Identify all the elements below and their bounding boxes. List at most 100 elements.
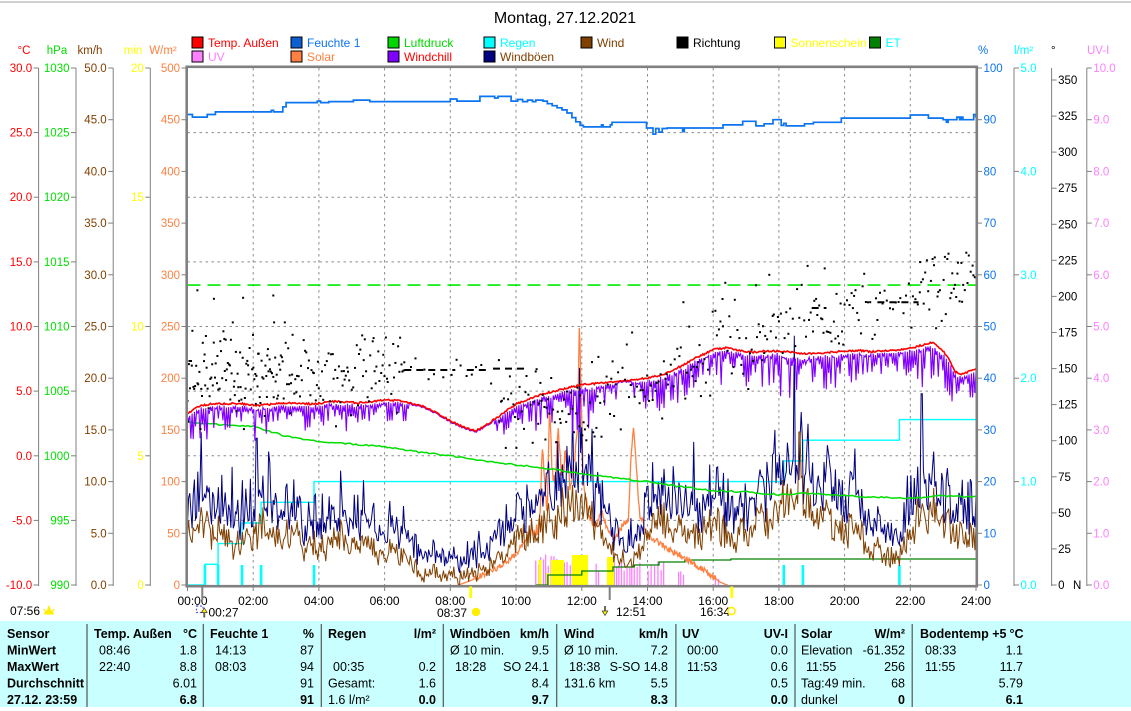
svg-text:km/h: km/h (639, 627, 668, 641)
svg-text:45.0: 45.0 (84, 115, 106, 127)
svg-text:16:34: 16:34 (700, 605, 730, 619)
svg-text:175: 175 (1058, 328, 1077, 340)
svg-text:Windböen: Windböen (450, 627, 510, 641)
svg-text:15.0: 15.0 (10, 257, 32, 269)
svg-text:Sensor: Sensor (7, 627, 50, 641)
svg-text:%: % (303, 627, 314, 641)
svg-text:350: 350 (161, 218, 180, 230)
svg-text:dunkel: dunkel (801, 693, 838, 707)
svg-text:S-SO 14.8: S-SO 14.8 (610, 660, 668, 674)
svg-text:50.0: 50.0 (84, 63, 106, 75)
svg-text:8.3: 8.3 (651, 693, 668, 707)
svg-text:Regen: Regen (500, 36, 535, 50)
svg-text:W/m²: W/m² (149, 45, 177, 57)
svg-text:9.7: 9.7 (532, 693, 549, 707)
svg-text:Ø 10 min.: Ø 10 min. (564, 644, 618, 658)
svg-text:6.8: 6.8 (180, 693, 197, 707)
svg-text:02:00: 02:00 (238, 594, 268, 608)
svg-text:18:28: 18:28 (455, 660, 486, 674)
svg-text:30.0: 30.0 (84, 270, 106, 282)
svg-text:1025: 1025 (44, 128, 70, 140)
svg-text:256: 256 (884, 660, 905, 674)
svg-text:1.0: 1.0 (1021, 477, 1037, 489)
svg-text:SO 24.1: SO 24.1 (503, 660, 549, 674)
svg-text:300: 300 (161, 270, 180, 282)
svg-text:50: 50 (167, 528, 180, 540)
svg-text:350: 350 (1058, 75, 1077, 87)
svg-text:10.0: 10.0 (1093, 63, 1115, 75)
svg-text:Regen: Regen (328, 627, 366, 641)
svg-text:91: 91 (300, 693, 314, 707)
svg-text:08:03: 08:03 (215, 660, 246, 674)
svg-text:10: 10 (131, 322, 144, 334)
svg-text:22:40: 22:40 (99, 660, 130, 674)
svg-text:20: 20 (131, 63, 144, 75)
svg-text:20:00: 20:00 (830, 594, 860, 608)
svg-text:5.0: 5.0 (91, 528, 107, 540)
svg-text:11.7: 11.7 (1000, 660, 1023, 674)
svg-text:90: 90 (984, 115, 997, 127)
svg-text:Richtung: Richtung (693, 36, 740, 50)
svg-text:100: 100 (161, 477, 180, 489)
svg-text:MaxWert: MaxWert (7, 660, 60, 674)
svg-text:990: 990 (50, 580, 69, 592)
svg-text:0.0: 0.0 (16, 451, 32, 463)
svg-text:1005: 1005 (44, 386, 70, 398)
svg-text:275: 275 (1058, 183, 1077, 195)
svg-text:25: 25 (1058, 544, 1071, 556)
svg-text:-61.352: -61.352 (863, 644, 905, 658)
svg-text:Wind: Wind (564, 627, 594, 641)
svg-text:91: 91 (300, 677, 314, 691)
svg-text:3.0: 3.0 (1021, 270, 1037, 282)
svg-text:07:56: 07:56 (10, 604, 40, 618)
svg-text:50: 50 (984, 322, 997, 334)
svg-text:100: 100 (984, 63, 1003, 75)
svg-text:80: 80 (984, 166, 997, 178)
svg-text:08:37: 08:37 (437, 606, 467, 620)
svg-text:km/h: km/h (520, 627, 549, 641)
svg-text:0: 0 (898, 693, 905, 707)
svg-text:22:00: 22:00 (895, 594, 925, 608)
svg-text:94: 94 (300, 660, 314, 674)
svg-text:5.79: 5.79 (999, 677, 1023, 691)
svg-text:6.01: 6.01 (173, 677, 197, 691)
svg-text:00:35: 00:35 (333, 660, 364, 674)
svg-text:0.0: 0.0 (419, 693, 436, 707)
svg-text:00:00: 00:00 (687, 644, 718, 658)
svg-text:Gesamt:: Gesamt: (328, 677, 375, 691)
svg-text:Ø 10 min.: Ø 10 min. (450, 644, 504, 658)
svg-text:08:46: 08:46 (99, 644, 130, 658)
svg-text:15: 15 (131, 192, 144, 204)
svg-text:9.5: 9.5 (532, 644, 549, 658)
svg-text:10:00: 10:00 (501, 594, 531, 608)
svg-text:87: 87 (300, 644, 314, 658)
svg-text:UV: UV (208, 50, 225, 64)
svg-text:Temp. Außen: Temp. Außen (208, 36, 279, 50)
svg-text:10.0: 10.0 (10, 322, 32, 334)
svg-text:150: 150 (1058, 364, 1077, 376)
svg-text:04:00: 04:00 (304, 594, 334, 608)
svg-text:0.0: 0.0 (91, 580, 107, 592)
svg-text:1030: 1030 (44, 63, 70, 75)
svg-text:06:00: 06:00 (370, 594, 400, 608)
svg-text:Bodentemp +5: Bodentemp +5 (920, 627, 1007, 641)
svg-text:25.0: 25.0 (10, 128, 32, 140)
svg-text:20.0: 20.0 (10, 192, 32, 204)
svg-text:ET: ET (886, 36, 902, 50)
svg-text:200: 200 (1058, 291, 1077, 303)
svg-text:%: % (978, 45, 988, 57)
svg-text:0.2: 0.2 (419, 660, 436, 674)
svg-text:UV-I: UV-I (764, 627, 788, 641)
svg-text:25.0: 25.0 (84, 322, 106, 334)
svg-text:12:51: 12:51 (616, 605, 646, 619)
svg-text:0.6: 0.6 (771, 660, 788, 674)
svg-text:24:00: 24:00 (961, 594, 991, 608)
svg-text:225: 225 (1058, 255, 1077, 267)
svg-text:8.8: 8.8 (180, 660, 197, 674)
svg-text:1.1: 1.1 (1006, 644, 1023, 658)
svg-text:min: min (124, 45, 143, 57)
svg-text:Montag, 27.12.2021: Montag, 27.12.2021 (494, 10, 636, 27)
svg-text:27.12. 23:59: 27.12. 23:59 (7, 693, 77, 707)
svg-text:Sonnenschein: Sonnenschein (791, 36, 867, 50)
svg-text:30.0: 30.0 (10, 63, 32, 75)
